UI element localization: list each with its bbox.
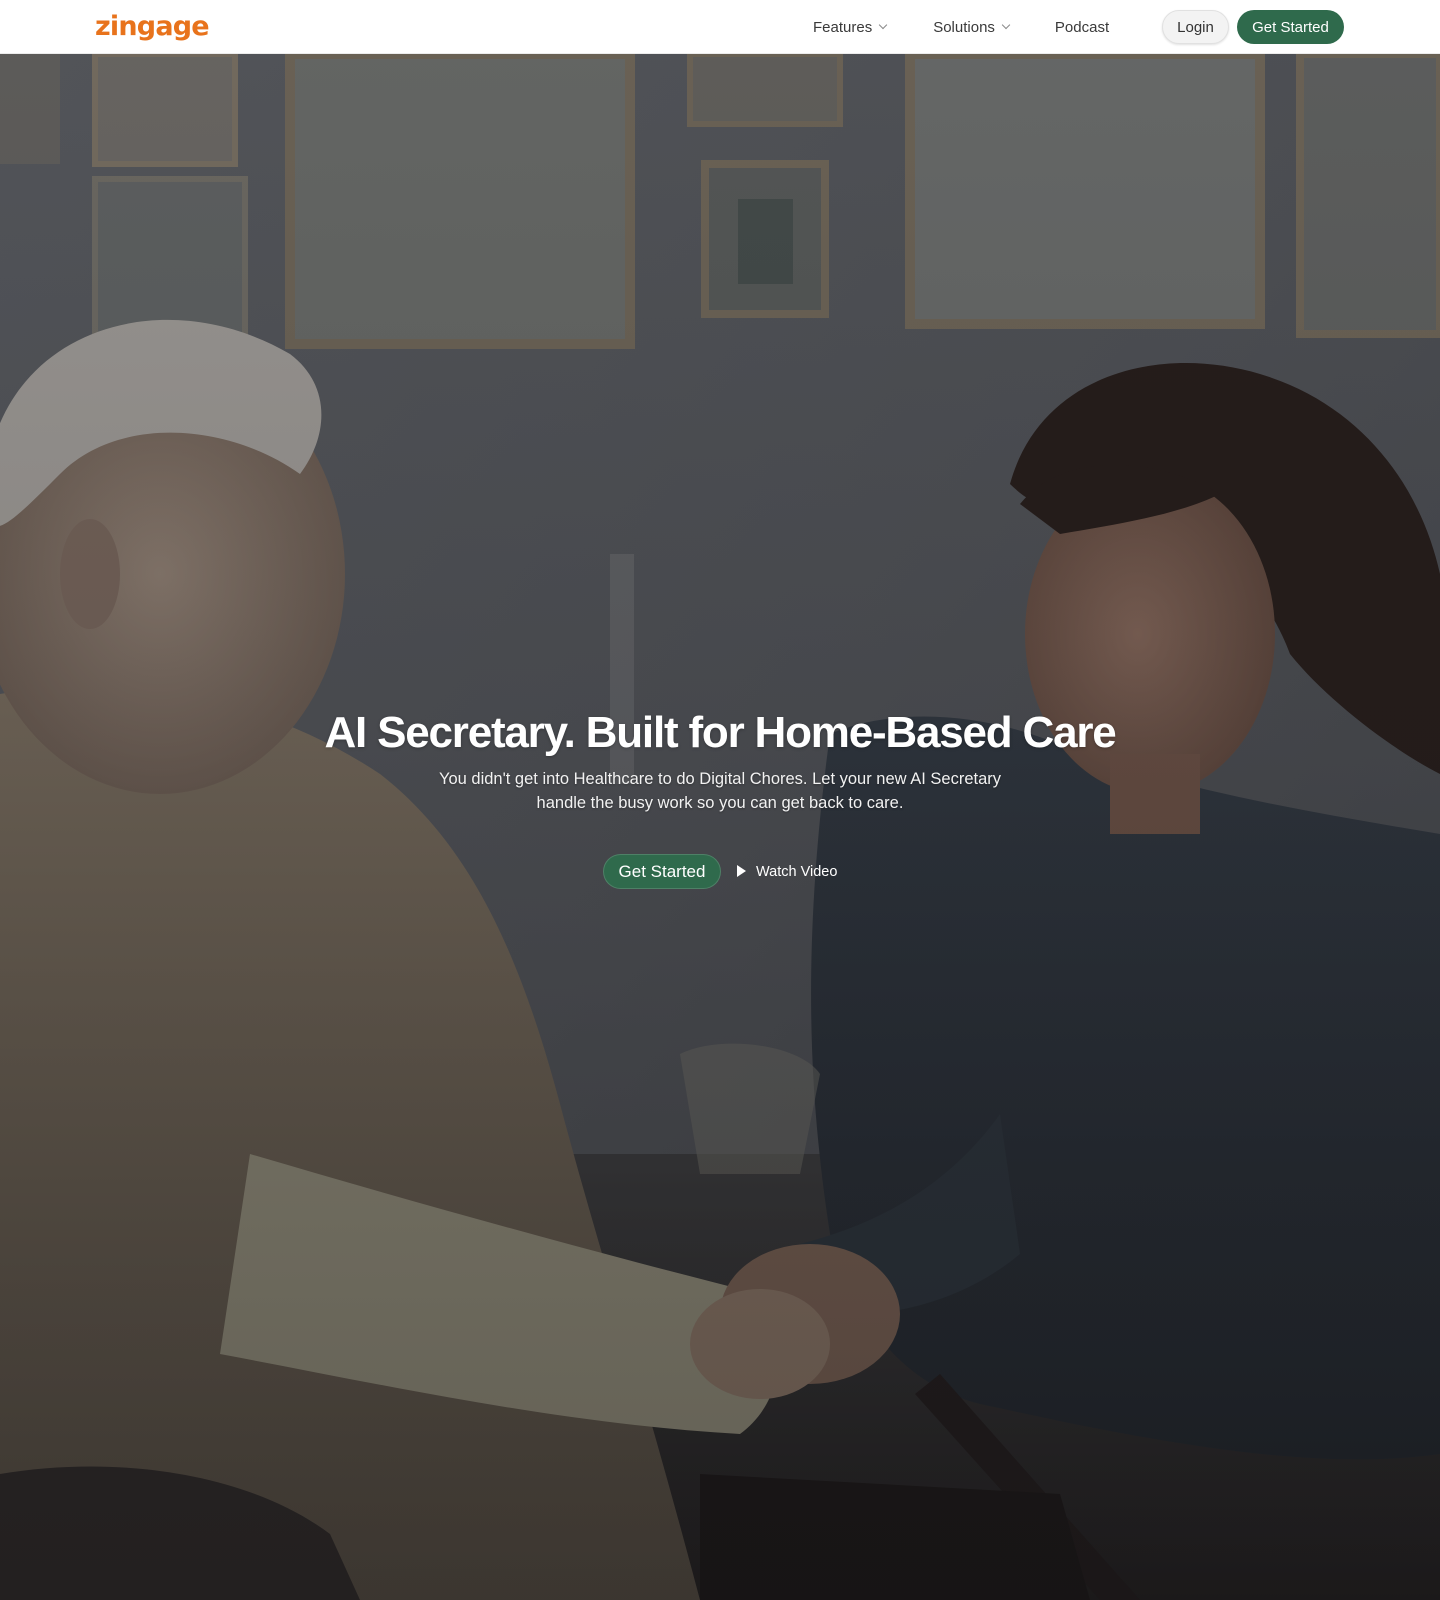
watch-video-button[interactable]: Watch Video xyxy=(737,854,837,889)
top-navbar: zingage Features Solutions Podcast Login… xyxy=(0,0,1440,54)
chevron-down-icon xyxy=(878,20,888,30)
nav-item-features[interactable]: Features xyxy=(813,0,888,54)
watch-video-label: Watch Video xyxy=(756,863,838,880)
login-button[interactable]: Login xyxy=(1162,10,1229,44)
main-nav: Features Solutions Podcast xyxy=(813,0,1109,54)
nav-get-started-button[interactable]: Get Started xyxy=(1237,10,1344,44)
hero-subtitle: You didn't get into Healthcare to do Dig… xyxy=(438,770,1002,812)
hero-dark-overlay xyxy=(0,54,1440,1600)
zingage-logo[interactable]: zingage xyxy=(95,9,210,45)
nav-item-solutions[interactable]: Solutions xyxy=(933,0,1011,54)
hero-section: AI Secretary. Built for Home-Based Care … xyxy=(0,54,1440,1600)
hero-title: AI Secretary. Built for Home-Based Care xyxy=(324,708,1116,757)
chevron-down-icon xyxy=(1001,20,1011,30)
nav-item-podcast[interactable]: Podcast xyxy=(1055,0,1109,54)
nav-item-podcast-label: Podcast xyxy=(1054,18,1110,36)
play-icon xyxy=(737,864,746,877)
nav-item-features-label: Features xyxy=(813,18,873,36)
nav-item-solutions-label: Solutions xyxy=(933,18,995,36)
hero-get-started-button[interactable]: Get Started xyxy=(603,854,721,889)
